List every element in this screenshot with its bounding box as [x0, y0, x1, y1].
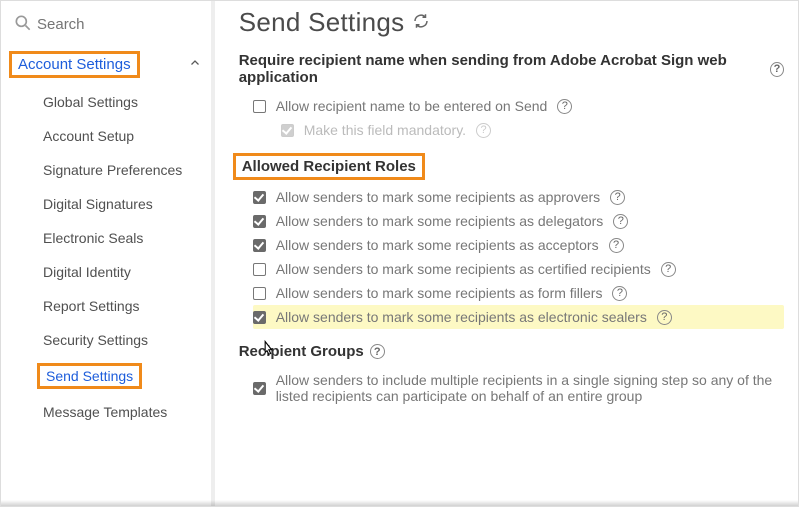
- option-mandatory: Make this field mandatory. ?: [281, 118, 784, 142]
- sidebar-item-security-settings[interactable]: Security Settings: [7, 323, 211, 357]
- chevron-up-icon: [189, 56, 201, 73]
- role-label: Allow senders to mark some recipients as…: [276, 309, 647, 325]
- option-role-4[interactable]: Allow senders to mark some recipients as…: [253, 281, 784, 305]
- search-row: [7, 7, 211, 44]
- sidebar-item-signature-preferences[interactable]: Signature Preferences: [7, 153, 211, 187]
- section-title-groups: Recipient Groups ?: [239, 343, 784, 360]
- help-icon[interactable]: ?: [610, 190, 625, 205]
- help-icon: ?: [476, 123, 491, 138]
- section-recipient-groups: Recipient Groups ? Allow senders to incl…: [239, 343, 784, 408]
- sidebar-item-electronic-seals[interactable]: Electronic Seals: [7, 221, 211, 255]
- role-label: Allow senders to mark some recipients as…: [276, 285, 603, 301]
- help-icon[interactable]: ?: [612, 286, 627, 301]
- option-recipient-groups[interactable]: Allow senders to include multiple recipi…: [253, 368, 784, 408]
- option-allow-name-entered[interactable]: Allow recipient name to be entered on Se…: [253, 94, 784, 118]
- sidebar-item-digital-identity[interactable]: Digital Identity: [7, 255, 211, 289]
- help-icon[interactable]: ?: [661, 262, 676, 277]
- section-title-require-name: Require recipient name when sending from…: [239, 52, 784, 86]
- sidebar-item-report-settings[interactable]: Report Settings: [7, 289, 211, 323]
- option-role-3[interactable]: Allow senders to mark some recipients as…: [253, 257, 784, 281]
- role-label: Allow senders to mark some recipients as…: [276, 261, 651, 277]
- refresh-icon[interactable]: [412, 12, 430, 33]
- sidebar: Account Settings Global Settings Account…: [1, 1, 211, 506]
- sidebar-item-global-settings[interactable]: Global Settings: [7, 85, 211, 119]
- page-title: Send Settings: [239, 7, 405, 38]
- help-icon[interactable]: ?: [657, 310, 672, 325]
- option-role-1[interactable]: Allow senders to mark some recipients as…: [253, 209, 784, 233]
- help-icon[interactable]: ?: [613, 214, 628, 229]
- help-icon[interactable]: ?: [370, 344, 385, 359]
- page-title-row: Send Settings: [239, 7, 784, 38]
- role-label: Allow senders to mark some recipients as…: [276, 237, 599, 253]
- checkbox-role-1[interactable]: [253, 215, 266, 228]
- search-input[interactable]: [33, 14, 153, 35]
- checkbox-role-2[interactable]: [253, 239, 266, 252]
- help-icon[interactable]: ?: [609, 238, 624, 253]
- checkbox-role-3[interactable]: [253, 263, 266, 276]
- section-title-roles: Allowed Recipient Roles: [239, 156, 784, 177]
- checkbox-recipient-groups[interactable]: [253, 382, 266, 395]
- checkbox-mandatory: [281, 124, 294, 137]
- checkbox-role-0[interactable]: [253, 191, 266, 204]
- role-label: Allow senders to mark some recipients as…: [276, 213, 604, 229]
- nav-sub-list: Global Settings Account Setup Signature …: [7, 85, 211, 429]
- sidebar-item-digital-signatures[interactable]: Digital Signatures: [7, 187, 211, 221]
- checkbox-allow-name[interactable]: [253, 100, 266, 113]
- sidebar-item-send-settings[interactable]: Send Settings: [7, 357, 211, 395]
- sidebar-item-message-templates[interactable]: Message Templates: [7, 395, 211, 429]
- role-label: Allow senders to mark some recipients as…: [276, 189, 600, 205]
- option-role-5[interactable]: Allow senders to mark some recipients as…: [253, 305, 784, 329]
- help-icon[interactable]: ?: [770, 62, 784, 77]
- account-settings-label: Account Settings: [9, 51, 140, 78]
- nav-section-account-settings[interactable]: Account Settings: [7, 44, 211, 85]
- help-icon[interactable]: ?: [557, 99, 572, 114]
- sidebar-item-account-setup[interactable]: Account Setup: [7, 119, 211, 153]
- option-role-2[interactable]: Allow senders to mark some recipients as…: [253, 233, 784, 257]
- option-role-0[interactable]: Allow senders to mark some recipients as…: [253, 185, 784, 209]
- main-panel: Send Settings Require recipient name whe…: [215, 1, 798, 506]
- checkbox-role-5[interactable]: [253, 311, 266, 324]
- search-icon: [13, 13, 33, 36]
- section-require-recipient-name: Require recipient name when sending from…: [239, 52, 784, 142]
- section-recipient-roles: Allowed Recipient Roles Allow senders to…: [239, 156, 784, 329]
- checkbox-role-4[interactable]: [253, 287, 266, 300]
